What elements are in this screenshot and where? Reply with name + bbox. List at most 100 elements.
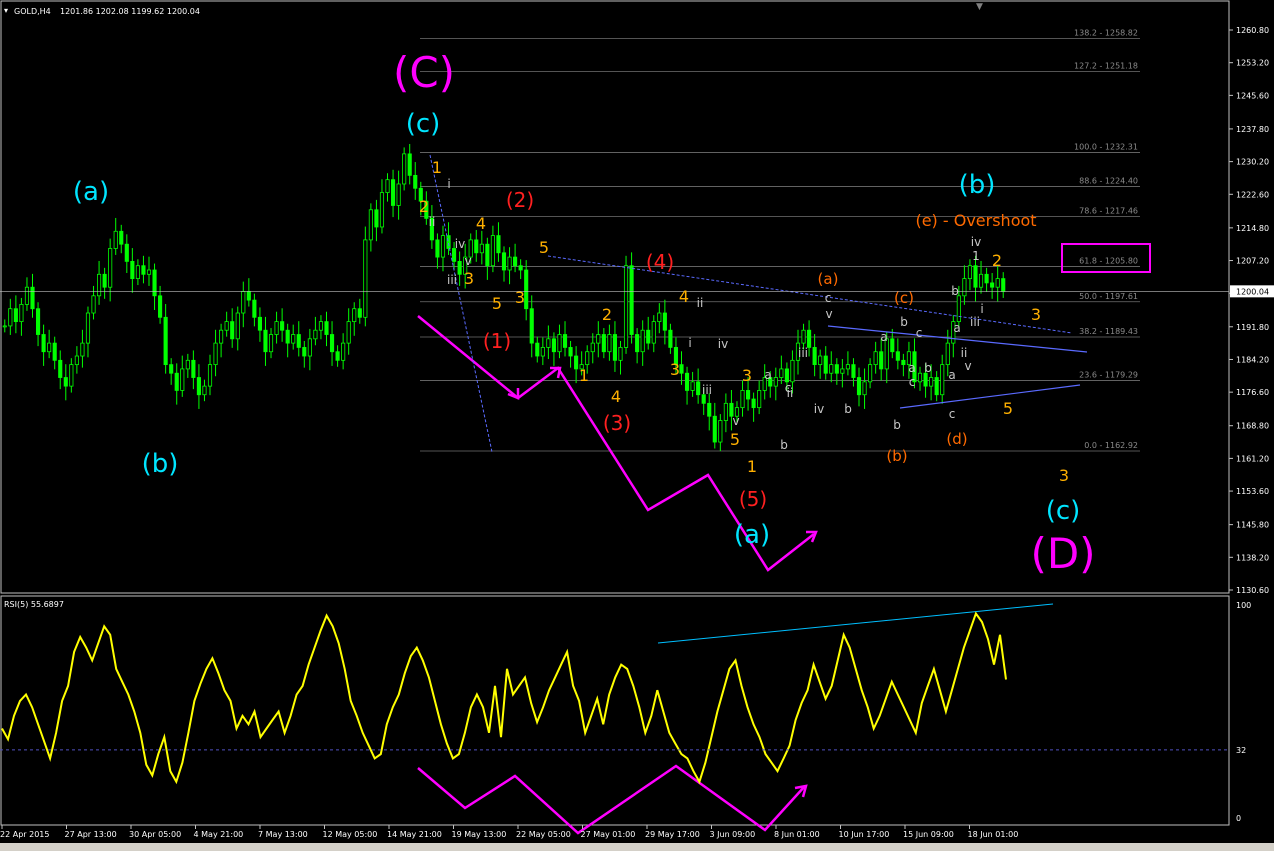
candle-body	[967, 265, 973, 280]
candle-body	[158, 295, 163, 318]
candle-body	[818, 355, 823, 366]
candle-body	[280, 321, 285, 331]
candle-body	[169, 364, 174, 374]
price-axis-label: 1161.20	[1236, 454, 1269, 463]
candle-body	[490, 235, 495, 267]
price-axis-label: 1138.20	[1236, 553, 1269, 562]
wave-label-gold: 4	[611, 387, 621, 406]
wave-label-orange: (d)	[946, 430, 967, 448]
candle-body	[390, 179, 396, 206]
candle-body	[230, 321, 235, 340]
candle-body	[357, 308, 362, 318]
price-axis-label: 1260.80	[1236, 26, 1269, 35]
time-axis-label: 18 Jun 01:00	[968, 830, 1019, 839]
candle-body	[1001, 278, 1006, 292]
candle-body	[635, 334, 640, 353]
wave-label-gold: 5	[492, 294, 502, 313]
candle-body	[196, 377, 201, 396]
candle-body	[718, 420, 723, 443]
candle-body	[568, 347, 573, 357]
fib-level-label: 23.6 - 1179.29	[1079, 371, 1138, 380]
candle-body	[152, 269, 157, 297]
fib-level-label: 127.2 - 1251.18	[1074, 61, 1138, 70]
candle-body	[407, 153, 412, 176]
wave-label-gold: 3	[742, 366, 752, 385]
wave-label-gold: 2	[992, 251, 1002, 270]
candle-body	[296, 334, 301, 348]
wave-label-intermediate: (a)	[734, 520, 770, 550]
wave-label-subminor: v	[825, 307, 832, 321]
candle-body	[590, 342, 595, 353]
candle-body	[124, 243, 129, 262]
candle-body	[440, 235, 446, 258]
candle-body	[823, 355, 828, 374]
candle-body	[58, 359, 63, 378]
candle-body	[751, 398, 756, 409]
candle-body	[63, 377, 68, 387]
wave-label-subminor: 1	[972, 249, 980, 263]
wave-label-gold: 2	[419, 197, 429, 216]
time-axis-label: 14 May 21:00	[387, 830, 442, 839]
candle-body	[562, 334, 568, 348]
candle-body	[546, 338, 551, 348]
wave-label-minor: (1)	[483, 329, 511, 353]
candle-body	[30, 286, 35, 310]
candle-body	[917, 372, 923, 383]
wave-label-gold: 2	[602, 305, 612, 324]
wave-label-subminor: a	[948, 368, 955, 382]
candle-body	[990, 282, 995, 288]
time-axis-label: 15 Jun 09:00	[903, 830, 954, 839]
candle-body	[723, 402, 728, 421]
candle-body	[241, 291, 246, 314]
rsi-title: RSI(5) 55.6897	[4, 600, 64, 609]
wave-label-subminor: i	[688, 336, 691, 350]
wave-label-minor: (3)	[603, 411, 631, 435]
candle-body	[585, 351, 590, 366]
candle-body	[574, 355, 579, 370]
wave-label-subminor: a	[880, 330, 887, 344]
candle-body	[740, 390, 745, 409]
wave-label-gold: 3	[670, 360, 680, 379]
candle-body	[163, 316, 168, 366]
candle-body	[457, 260, 462, 275]
candle-body	[529, 308, 534, 344]
wave-label-subminor: i	[447, 177, 450, 191]
candle-body	[513, 256, 518, 267]
chart-tabs-bar[interactable]	[0, 843, 1274, 851]
candle-body	[895, 351, 900, 361]
chart-shift-marker-icon[interactable]: ▼	[976, 2, 983, 12]
wave-label-gold: 5	[539, 238, 549, 257]
candle-body	[19, 304, 24, 323]
candle-body	[108, 248, 113, 288]
wave-label-subminor: b	[844, 402, 852, 416]
candle-body	[934, 377, 939, 396]
fib-level-label: 100.0 - 1232.31	[1074, 143, 1138, 152]
candle-body	[856, 377, 862, 396]
candle-body	[213, 342, 218, 366]
collapse-arrow-icon[interactable]: ▾	[4, 6, 8, 15]
price-axis-label: 1191.80	[1236, 323, 1269, 332]
price-axis-label: 1176.60	[1236, 388, 1269, 397]
candle-body	[807, 329, 812, 348]
candle-body	[307, 338, 312, 357]
candle-body	[257, 316, 262, 331]
wave-label-primary: (D)	[1030, 529, 1095, 578]
price-axis-label: 1130.60	[1236, 586, 1269, 595]
time-axis-label: 4 May 21:00	[194, 830, 244, 839]
price-axis-label: 1253.20	[1236, 59, 1269, 68]
candle-body	[2, 325, 7, 328]
wave-label-gold: 3	[515, 288, 525, 307]
candle-body	[712, 415, 717, 443]
chart-canvas[interactable]: 138.2 - 1258.82 127.2 - 1251.18 100.0 - 12…	[0, 0, 1274, 851]
candle-body	[69, 364, 74, 387]
price-axis-label: 1168.80	[1236, 422, 1269, 431]
wave-label-subminor: b	[900, 315, 908, 329]
candle-body	[80, 342, 85, 357]
price-axis-label: 1222.60	[1236, 190, 1269, 199]
candle-body	[180, 368, 185, 391]
candle-body	[191, 359, 196, 378]
wave-label-subminor: b	[924, 361, 932, 375]
candle-body	[224, 321, 229, 331]
candle-body	[901, 359, 906, 366]
candle-body	[474, 239, 479, 254]
